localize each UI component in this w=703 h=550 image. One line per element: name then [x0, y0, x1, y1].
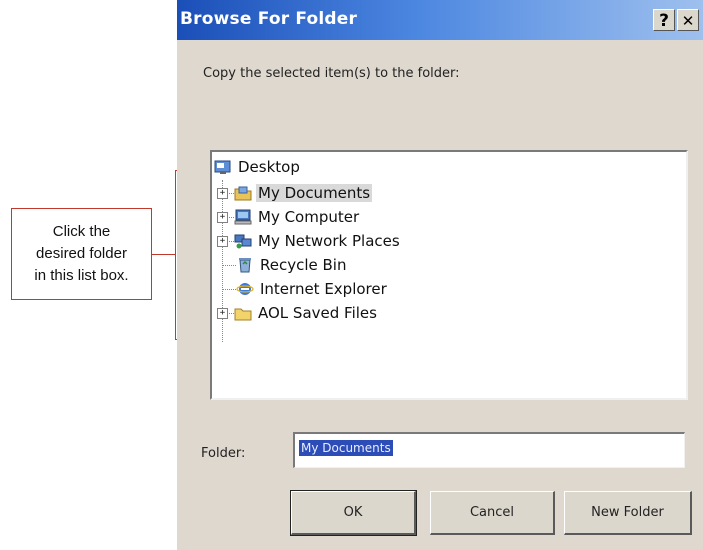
tree-item-my-documents[interactable]: My Documents	[234, 182, 373, 204]
title-bar[interactable]: Browse For Folder ? ✕	[177, 0, 703, 40]
folder-label: Folder:	[201, 446, 246, 461]
tree-item-desktop[interactable]: Desktop	[214, 156, 302, 178]
expand-icon[interactable]: +	[217, 188, 228, 199]
instruction-text: Copy the selected item(s) to the folder:	[203, 66, 460, 81]
callout-box: Click the desired folder in this list bo…	[11, 208, 152, 300]
tree-line	[222, 265, 236, 266]
folder-input[interactable]: My Documents	[293, 432, 685, 468]
tree-item-label: Internet Explorer	[260, 280, 387, 298]
expand-icon[interactable]: +	[217, 236, 228, 247]
callout-line-1: Click the	[52, 223, 111, 240]
network-places-icon	[234, 234, 252, 249]
tree-item-label: Desktop	[238, 158, 300, 176]
callout-line-3: in this list box.	[34, 267, 129, 284]
tree-item-aol-saved-files[interactable]: AOL Saved Files	[234, 302, 379, 324]
tree-line	[222, 289, 236, 290]
close-button[interactable]: ✕	[677, 9, 699, 31]
callout-bracket-vertical	[175, 170, 176, 340]
tree-item-my-network-places[interactable]: My Network Places	[234, 230, 402, 252]
tree-item-internet-explorer[interactable]: Internet Explorer	[236, 278, 389, 300]
tree-item-label: My Documents	[256, 184, 373, 202]
callout-line-2: desired folder	[36, 245, 127, 262]
desktop-icon	[214, 160, 231, 174]
recycle-bin-icon	[239, 258, 251, 273]
folder-tree[interactable]: Desktop + My Documents + My Computer + M…	[210, 150, 688, 400]
internet-explorer-icon	[236, 283, 254, 295]
dialog-title: Browse For Folder	[180, 9, 358, 29]
tree-item-label: Recycle Bin	[260, 256, 347, 274]
tree-item-label: My Computer	[258, 208, 360, 226]
help-button[interactable]: ?	[653, 9, 675, 31]
browse-for-folder-dialog: Browse For Folder ? ✕ Copy the selected …	[177, 0, 703, 550]
ok-button[interactable]: OK	[290, 490, 417, 536]
expand-icon[interactable]: +	[217, 308, 228, 319]
tree-item-label: My Network Places	[258, 232, 400, 250]
new-folder-button[interactable]: New Folder	[564, 491, 692, 535]
callout-connector	[152, 254, 175, 255]
tree-item-recycle-bin[interactable]: Recycle Bin	[236, 254, 348, 276]
cancel-button[interactable]: Cancel	[430, 491, 555, 535]
tree-item-my-computer[interactable]: My Computer	[234, 206, 361, 228]
tree-item-label: AOL Saved Files	[258, 304, 377, 322]
folder-icon	[234, 308, 252, 321]
folder-input-value: My Documents	[299, 440, 393, 456]
my-computer-icon	[234, 209, 252, 225]
expand-icon[interactable]: +	[217, 212, 228, 223]
my-documents-icon	[234, 186, 252, 201]
